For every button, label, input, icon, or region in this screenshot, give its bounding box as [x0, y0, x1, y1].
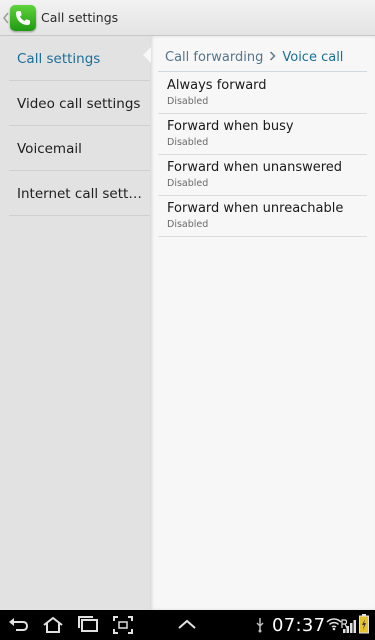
recent-apps-icon[interactable]: [76, 615, 100, 639]
breadcrumb-parent[interactable]: Call forwarding: [165, 50, 263, 65]
divider: [158, 71, 367, 72]
signal-icon: [343, 618, 357, 637]
sidebar-item-label: Voicemail: [17, 141, 82, 157]
sidebar-item-call-settings[interactable]: Call settings: [9, 36, 150, 81]
sidebar-item-video-call-settings[interactable]: Video call settings: [9, 81, 150, 126]
home-icon[interactable]: [41, 615, 65, 639]
detail-pane: Call forwarding Voice call Always forwar…: [150, 36, 375, 610]
up-chevron-icon[interactable]: [176, 615, 198, 639]
back-icon[interactable]: [8, 615, 30, 639]
breadcrumb: Call forwarding Voice call: [165, 50, 343, 65]
pref-summary: Disabled: [167, 96, 209, 107]
usb-icon: [254, 617, 266, 637]
chevron-left-icon[interactable]: [2, 10, 10, 26]
sidebar-item-label: Video call settings: [17, 96, 141, 112]
sidebar-item-internet-call-settings[interactable]: Internet call settings: [9, 171, 150, 216]
chevron-right-icon: [269, 51, 276, 64]
pref-title: Forward when busy: [167, 119, 294, 134]
pref-always-forward[interactable]: Always forward Disabled: [158, 73, 367, 114]
action-bar: Call settings: [0, 0, 375, 36]
breadcrumb-current: Voice call: [282, 50, 344, 65]
pref-title: Forward when unreachable: [167, 201, 344, 216]
screenshot-icon[interactable]: [112, 615, 134, 639]
screen: Call settings Call settings Video call s…: [0, 0, 375, 640]
phone-icon[interactable]: [10, 5, 36, 31]
pref-forward-when-unanswered[interactable]: Forward when unanswered Disabled: [158, 155, 367, 196]
sidebar-item-label: Internet call settings: [17, 186, 145, 202]
pref-summary: Disabled: [167, 178, 209, 189]
pref-summary: Disabled: [167, 219, 209, 230]
settings-category-list: Call settings Video call settings Voicem…: [0, 36, 150, 610]
page-title: Call settings: [41, 10, 119, 25]
selection-indicator: [143, 47, 151, 63]
pref-forward-when-unreachable[interactable]: Forward when unreachable Disabled: [158, 196, 367, 237]
pref-title: Forward when unanswered: [167, 160, 343, 175]
sidebar-item-label: Call settings: [17, 51, 101, 67]
sidebar-item-voicemail[interactable]: Voicemail: [9, 126, 150, 171]
pref-summary: Disabled: [167, 137, 209, 148]
pref-title: Always forward: [167, 78, 267, 93]
status-clock: 07:37: [272, 615, 326, 636]
system-bar: 07:37: [0, 610, 375, 640]
battery-icon: [359, 614, 369, 638]
wifi-icon: [326, 616, 342, 636]
pref-forward-when-busy[interactable]: Forward when busy Disabled: [158, 114, 367, 155]
